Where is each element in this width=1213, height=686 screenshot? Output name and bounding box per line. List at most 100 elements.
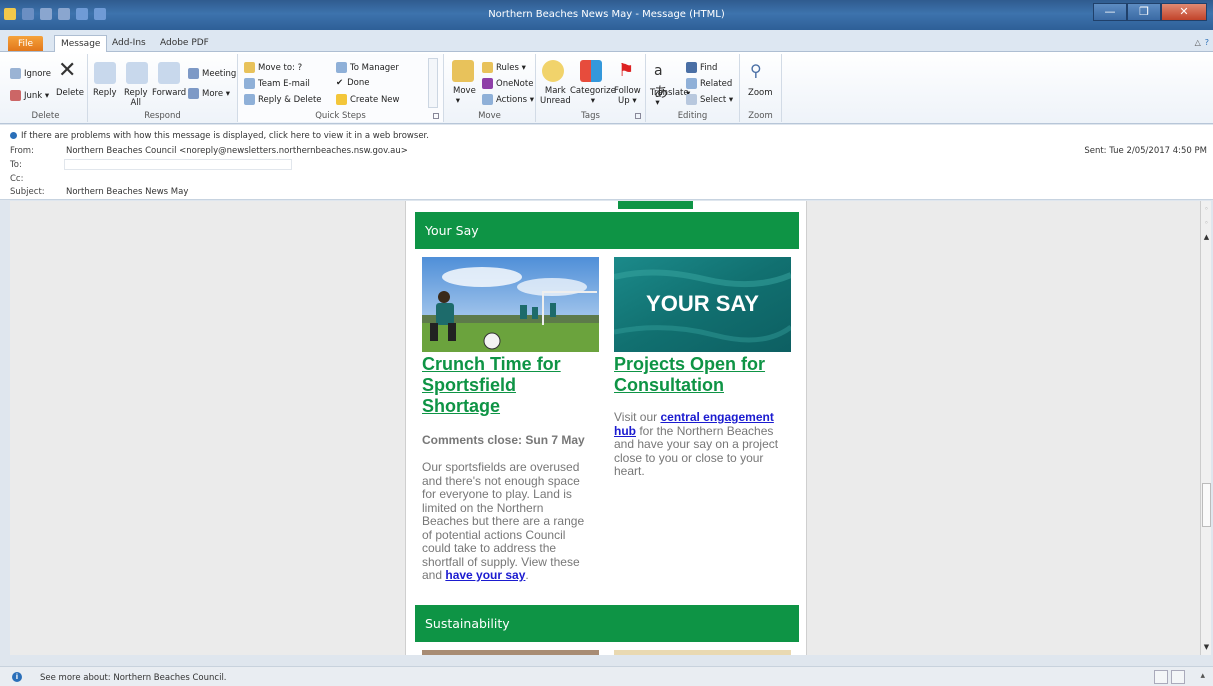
group-quick-steps: Move to: ? Team E-mail Reply & Delete To… [238, 54, 444, 122]
maximize-button[interactable]: ❐ [1127, 3, 1161, 21]
close-button[interactable]: ✕ [1161, 3, 1207, 21]
group-label-tags: Tags [581, 111, 600, 121]
zoom-button[interactable]: Zoom [748, 88, 773, 98]
select-icon [686, 94, 697, 105]
meeting-icon [188, 68, 199, 79]
person-icon[interactable] [1171, 670, 1185, 684]
newsletter: Your Say Crunch Time for Sportsfield Sho… [405, 201, 807, 655]
scroll-zoom-icon[interactable]: ◦ [1202, 205, 1211, 214]
categorize-button[interactable]: Categorize ▾ [570, 86, 616, 106]
rules-button[interactable]: Rules ▾ [482, 62, 526, 73]
reply-all-button[interactable]: Reply All [124, 88, 148, 108]
reply-all-icon [126, 62, 148, 84]
reply-delete-icon [244, 94, 255, 105]
tab-message[interactable]: Message [54, 35, 108, 53]
scroll-down-icon[interactable]: ▼ [1202, 643, 1211, 652]
projects-body: Visit our central engagement hub for the … [614, 410, 779, 478]
sustainability-photo-right[interactable] [614, 650, 791, 655]
related-icon [686, 78, 697, 89]
info-bar[interactable]: If there are problems with how this mess… [10, 131, 429, 141]
meeting-button[interactable]: Meeting [188, 68, 236, 79]
sportsfield-image [422, 257, 599, 352]
categorize-icon [580, 60, 602, 82]
more-icon [188, 88, 199, 99]
minimize-button[interactable]: — [1093, 3, 1127, 21]
your-say-banner[interactable]: YOUR SAY [614, 257, 791, 352]
to-manager-icon [336, 62, 347, 73]
help-icon[interactable]: ? [1205, 38, 1209, 47]
rules-icon [482, 62, 493, 73]
people-pane-text[interactable]: See more about: Northern Beaches Council… [40, 673, 227, 683]
quickstep-team-email[interactable]: Team E-mail [244, 78, 310, 89]
tab-adobe-pdf[interactable]: Adobe PDF [154, 35, 215, 52]
reply-icon [94, 62, 116, 84]
junk-icon [10, 90, 21, 101]
translate-button[interactable]: Translate ▾ [650, 88, 689, 108]
delete-button[interactable]: Delete [56, 88, 84, 98]
move-button[interactable]: Move ▾ [453, 86, 476, 106]
junk-button[interactable]: Junk ▾ [10, 90, 49, 101]
your-say-banner-text: YOUR SAY [646, 291, 759, 316]
sent-date: Sent: Tue 2/05/2017 4:50 PM [1084, 146, 1207, 156]
quick-steps-scroll[interactable] [428, 58, 438, 108]
actions-button[interactable]: Actions ▾ [482, 94, 534, 105]
find-button[interactable]: Find [686, 62, 717, 73]
more-button[interactable]: More ▾ [188, 88, 230, 99]
zoom-icon: ⚲ [750, 61, 762, 80]
tab-file[interactable]: File [8, 36, 44, 51]
folder-icon [244, 62, 255, 73]
group-label-editing: Editing [677, 111, 708, 121]
expand-people-pane-icon[interactable]: ▴ [1200, 671, 1205, 681]
forward-button[interactable]: Forward [152, 88, 186, 98]
group-label-quick-steps: Quick Steps [315, 111, 366, 121]
quickstep-create-new[interactable]: Create New [336, 94, 400, 105]
delete-x-icon[interactable]: ✕ [58, 60, 80, 82]
person-icon[interactable] [1154, 670, 1168, 684]
ribbon: Ignore Junk ▾ ✕ Delete Delete Reply Repl… [0, 52, 1213, 124]
title-bar: Northern Beaches News May - Message (HTM… [0, 0, 1213, 30]
select-button[interactable]: Select ▾ [686, 94, 733, 105]
projects-open-title-link[interactable]: Projects Open for Consultation [614, 354, 765, 396]
ignore-button[interactable]: Ignore [10, 68, 51, 79]
minimize-ribbon-icon[interactable]: △ [1195, 38, 1201, 47]
comments-close: Comments close: Sun 7 May [422, 433, 585, 447]
sportsfield-photo[interactable] [422, 257, 599, 352]
vertical-scrollbar[interactable]: ◦ ◦ ▲ ▼ [1200, 201, 1211, 655]
scroll-thumb[interactable] [1202, 483, 1211, 527]
to-label: To: [10, 160, 22, 170]
translate-icon: aあ [654, 63, 668, 101]
mark-unread-icon [542, 60, 564, 82]
quickstep-reply-delete[interactable]: Reply & Delete [244, 94, 322, 105]
scroll-marker-icon[interactable]: ◦ [1202, 219, 1211, 228]
quickstep-done[interactable]: ✔ Done [336, 78, 370, 88]
message-header: If there are problems with how this mess… [0, 125, 1213, 200]
to-value[interactable] [64, 159, 292, 170]
move-icon [452, 60, 474, 82]
sustainability-photo-left[interactable] [422, 650, 599, 655]
binoculars-icon [686, 62, 697, 73]
group-editing: aあ Translate ▾ Find Related ▾ Select ▾ E… [646, 54, 740, 122]
crunch-time-title-link[interactable]: Crunch Time for Sportsfield Shortage [422, 354, 561, 417]
quickstep-to-manager[interactable]: To Manager [336, 62, 399, 73]
mark-unread-button[interactable]: Mark Unread [540, 86, 571, 106]
tab-add-ins[interactable]: Add-Ins [106, 35, 152, 52]
scroll-up-icon[interactable]: ▲ [1202, 233, 1211, 242]
onenote-button[interactable]: OneNote [482, 78, 533, 89]
have-your-say-link[interactable]: have your say [445, 568, 525, 582]
group-delete: Ignore Junk ▾ ✕ Delete Delete [4, 54, 88, 122]
sportsfield-body: Our sportsfields are overused and there'… [422, 460, 585, 582]
section-sustainability: Sustainability [415, 605, 799, 642]
group-tags: Mark Unread Categorize ▾ ⚑ Follow Up ▾ Tags [536, 54, 646, 122]
group-zoom: ⚲ Zoom Zoom [740, 54, 782, 122]
team-email-icon [244, 78, 255, 89]
subject-value: Northern Beaches News May [66, 187, 189, 197]
follow-up-button[interactable]: Follow Up ▾ [614, 86, 641, 106]
create-new-icon [336, 94, 347, 105]
quickstep-move-to[interactable]: Move to: ? [244, 62, 302, 73]
actions-icon [482, 94, 493, 105]
from-value[interactable]: Northern Beaches Council <noreply@newsle… [66, 146, 408, 156]
group-label-zoom: Zoom [748, 111, 773, 121]
reply-button[interactable]: Reply [93, 88, 117, 98]
ignore-icon [10, 68, 21, 79]
status-bar: i See more about: Northern Beaches Counc… [0, 666, 1213, 686]
